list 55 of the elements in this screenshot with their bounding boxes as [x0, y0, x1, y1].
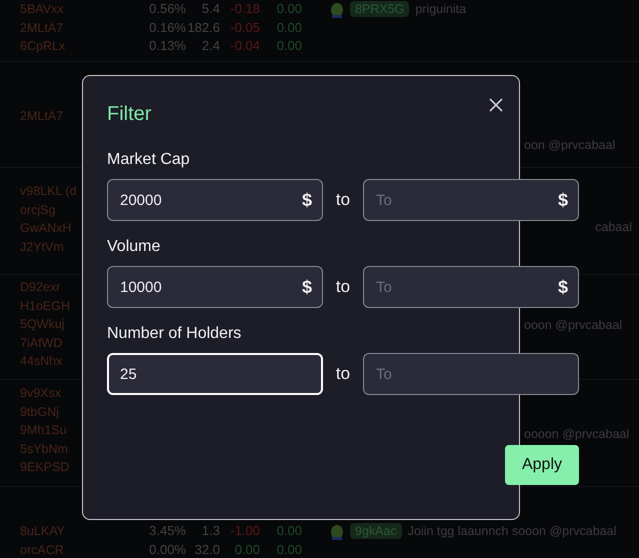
token-name: v98LKL (d: [20, 183, 77, 200]
dollar-sign: $: [558, 276, 568, 298]
delta-value: 0.00: [276, 540, 302, 558]
delta-value: -0.18: [229, 0, 260, 18]
range-separator: to: [334, 190, 352, 210]
range-separator: to: [334, 364, 352, 384]
delta-value: 0.00: [234, 540, 260, 558]
token-name: orcACR: [20, 542, 64, 558]
filter-label: Number of Holders: [107, 324, 242, 344]
delta-value: -0.05: [229, 18, 260, 36]
delta-value: 0.00: [276, 18, 302, 36]
dollar-sign: $: [302, 276, 312, 298]
token-name: 5QWkuj: [20, 316, 64, 333]
token-name: 2MLtA7: [20, 20, 64, 36]
close-icon[interactable]: [489, 98, 503, 112]
change-percent: 0.16%: [148, 18, 186, 36]
change-percent: 0.56%: [148, 0, 186, 18]
delta-value: 0.00: [276, 522, 302, 540]
range-separator: to: [334, 277, 352, 297]
token-name: 2MLtA7: [20, 108, 64, 125]
token-name: 7iAfWD: [20, 334, 62, 352]
token-name: orcjSg: [20, 202, 56, 219]
token-name: H1oEGH: [20, 298, 70, 314]
delta-value: -0.04: [229, 37, 260, 55]
token-name: 9tbGNj: [20, 404, 59, 421]
volume-value: 5.4: [200, 0, 220, 18]
dollar-sign: $: [302, 189, 312, 211]
delta-value: -1.00: [229, 522, 260, 540]
token-name: GwANxH: [20, 220, 72, 237]
number-field[interactable]: To: [363, 353, 579, 395]
delta-value: 0.00: [276, 37, 302, 55]
token-name: J2YtVm: [20, 238, 64, 256]
token-name: 9v9Xsx: [20, 385, 61, 402]
volume-value: 182.6: [186, 18, 220, 36]
delta-value: 0.00: [276, 0, 302, 18]
filter-label: Volume: [107, 237, 162, 257]
token-name: D92exr: [20, 279, 60, 296]
token-name: 6CpRLx: [20, 38, 66, 55]
change-percent: 0.13%: [148, 37, 186, 55]
volume-value: 2.4: [200, 37, 220, 55]
filter-label: Market Cap: [107, 150, 191, 170]
change-percent: 3.45%: [148, 522, 186, 540]
apply-button[interactable]: Apply: [505, 445, 579, 485]
dialog-title: Filter: [107, 102, 152, 126]
token-name: 44sNhx: [20, 353, 62, 370]
volume-value: 32.0: [194, 540, 220, 558]
number-field[interactable]: 25: [107, 353, 323, 395]
volume-value: 1.3: [200, 522, 220, 540]
dollar-sign: $: [558, 189, 568, 211]
token-name: 5sYbNm: [20, 440, 68, 458]
token-name: 9Mh1Su: [20, 422, 67, 439]
change-percent: 0.00%: [148, 540, 186, 558]
token-name: 9EKPSD: [20, 459, 70, 476]
token-name: 5BAVxx: [20, 1, 64, 18]
token-name: 8uLKAY: [20, 523, 65, 540]
